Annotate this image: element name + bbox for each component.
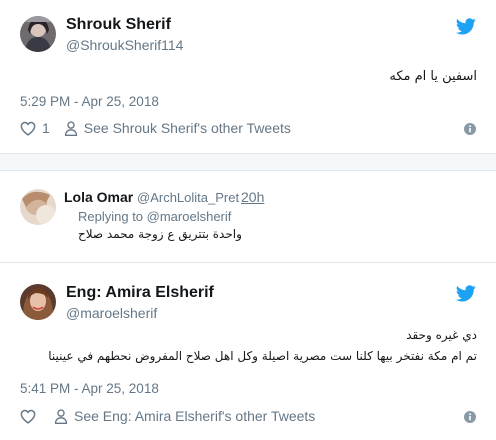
like-count: 1 [42, 120, 50, 136]
reply-time[interactable]: 20h [241, 189, 264, 205]
heart-icon [20, 409, 36, 424]
user-name[interactable]: Shrouk Sherif [66, 16, 171, 34]
user-handle[interactable]: @ShroukSherif114 [66, 37, 183, 53]
twitter-bird-icon[interactable] [456, 18, 476, 35]
tweet-card-shrouk: Shrouk Sherif @ShroukSherif114 اسفين يا … [0, 0, 496, 153]
reply-card: Lola Omar @ArchLolita_Pret 20h Replying … [0, 171, 496, 259]
tweet-actions: See Eng: Amira Elsherif's other Tweets [20, 408, 315, 424]
user-name[interactable]: Eng: Amira Elsherif [66, 284, 214, 302]
tweet-timestamp[interactable]: 5:29 PM - Apr 25, 2018 [20, 94, 159, 109]
info-icon[interactable] [464, 411, 476, 423]
person-icon [54, 408, 68, 424]
other-tweets-link[interactable]: See Shrouk Sherif's other Tweets [64, 120, 291, 136]
user-name[interactable]: Lola Omar [64, 189, 133, 205]
avatar[interactable] [20, 189, 56, 225]
user-handle[interactable]: @maroelsherif [66, 305, 157, 321]
tweet-text-line-1: دي غيره وحقد [406, 328, 477, 342]
avatar[interactable] [20, 16, 56, 52]
info-icon[interactable] [464, 123, 476, 135]
twitter-bird-icon[interactable] [456, 285, 476, 302]
reply-text: واحدة بتتريق ع زوجة محمد صلاح [78, 227, 242, 241]
replying-to[interactable]: Replying to @maroelsherif [78, 209, 231, 224]
tweet-text: اسفين يا ام مكه [389, 69, 477, 84]
tweet-actions: 1 See Shrouk Sherif's other Tweets [20, 120, 291, 136]
tweet-timestamp[interactable]: 5:41 PM - Apr 25, 2018 [20, 381, 159, 396]
other-tweets-label: See Shrouk Sherif's other Tweets [83, 120, 291, 136]
other-tweets-label: See Eng: Amira Elsherif's other Tweets [74, 408, 316, 424]
like-button[interactable] [20, 409, 36, 424]
person-icon [64, 120, 77, 136]
tweet-card-amira: Eng: Amira Elsherif @maroelsherif دي غير… [0, 263, 496, 440]
other-tweets-link[interactable]: See Eng: Amira Elsherif's other Tweets [54, 408, 315, 424]
tweet-text-line-2: تم ام مكة نفتخر بيها كلنا ست مصرية اصيلة… [48, 349, 477, 363]
heart-icon [20, 121, 36, 136]
avatar[interactable] [20, 284, 56, 320]
user-handle[interactable]: @ArchLolita_Pret [137, 190, 239, 205]
like-button[interactable]: 1 [20, 120, 50, 136]
thread-gap [0, 154, 496, 170]
